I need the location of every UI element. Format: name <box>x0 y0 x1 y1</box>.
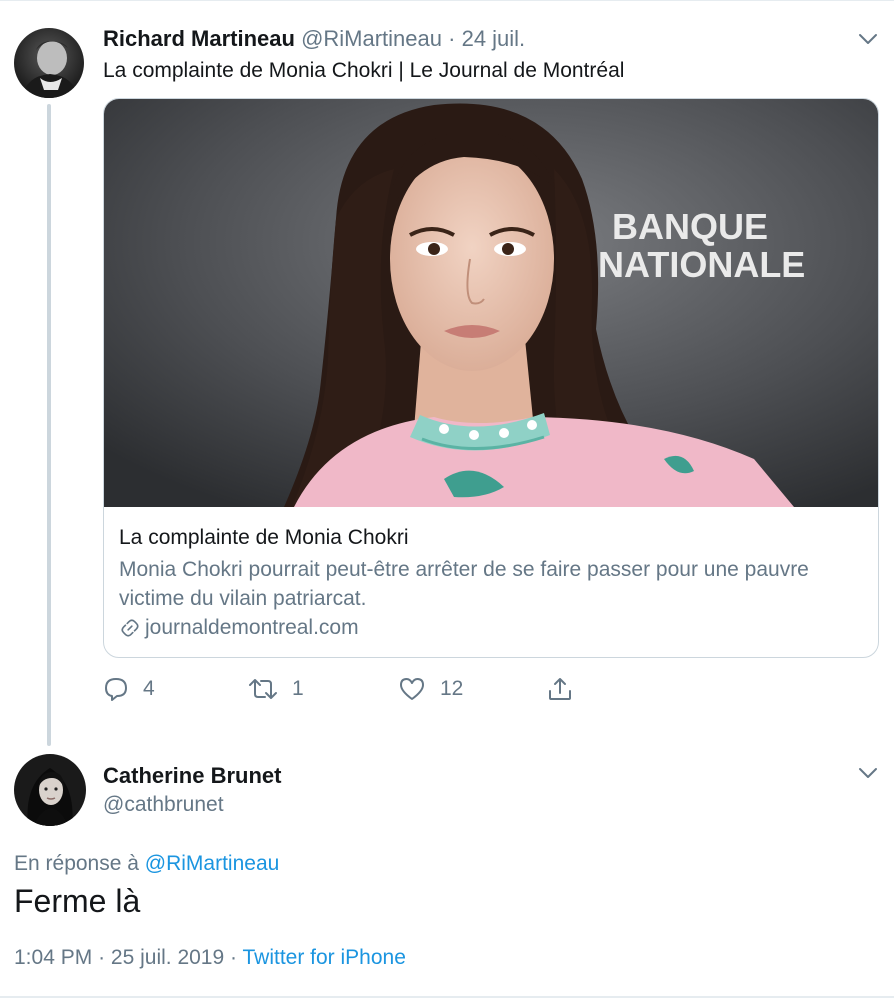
avatar-richard-martineau[interactable] <box>14 28 84 98</box>
author-handle[interactable]: @RiMartineau <box>301 26 442 51</box>
replying-to-handle-link[interactable]: @RiMartineau <box>145 852 280 875</box>
share-icon <box>546 675 574 703</box>
avatar-catherine-brunet[interactable] <box>14 754 86 826</box>
tweet-metadata: 1:04 PM · 25 juil. 2019 · Twitter for iP… <box>14 944 406 972</box>
reply-author-handle[interactable]: @cathbrunet <box>103 791 224 819</box>
card-domain: journaldemontreal.com <box>119 614 359 642</box>
tweet-header: Richard Martineau @RiMartineau · 24 juil… <box>103 25 525 53</box>
card-domain-text: journaldemontreal.com <box>145 616 359 639</box>
reply-tweet-text: Ferme là <box>14 883 141 919</box>
separator-dot: · <box>448 26 456 51</box>
like-button[interactable]: 12 <box>398 674 463 704</box>
reply-count: 4 <box>143 677 155 700</box>
retweet-icon <box>248 676 278 702</box>
tweet-source-link[interactable]: Twitter for iPhone <box>242 946 405 969</box>
tweet-menu-chevron-icon[interactable] <box>858 32 878 46</box>
reply-button[interactable]: 4 <box>103 674 155 704</box>
separator-dot: · <box>98 946 106 969</box>
thread-connector-line <box>47 104 51 746</box>
bottom-divider <box>0 996 894 998</box>
retweet-button[interactable]: 1 <box>248 674 304 704</box>
card-image-text-2: NATIONALE <box>598 244 805 285</box>
tweet-text: La complainte de Monia Chokri | Le Journ… <box>103 59 625 82</box>
tweet-full-date[interactable]: 25 juil. 2019 <box>111 946 224 969</box>
card-image-text-1: BANQUE <box>612 206 768 247</box>
tweet-date[interactable]: 24 juil. <box>462 26 526 51</box>
replying-to-line: En réponse à @RiMartineau <box>14 850 279 878</box>
tweet-time[interactable]: 1:04 PM <box>14 946 92 969</box>
replying-to-prefix: En réponse à <box>14 852 139 875</box>
like-count: 12 <box>440 677 464 700</box>
retweet-count: 1 <box>292 677 304 700</box>
author-name[interactable]: Richard Martineau <box>103 26 295 51</box>
separator-dot: · <box>230 946 238 969</box>
reply-author-name[interactable]: Catherine Brunet <box>103 762 281 790</box>
reply-icon <box>103 676 129 702</box>
share-button[interactable] <box>546 674 574 704</box>
card-title: La complainte de Monia Chokri <box>119 526 409 549</box>
link-preview-card[interactable]: BANQUE NATIONALE La complainte de Monia … <box>103 98 879 658</box>
heart-icon <box>398 676 426 702</box>
card-image: BANQUE NATIONALE <box>104 99 878 507</box>
tweet-menu-chevron-icon[interactable] <box>858 766 878 780</box>
card-description: Monia Chokri pourrait peut-être arrêter … <box>119 558 809 610</box>
link-icon <box>119 617 141 639</box>
top-divider <box>0 0 894 1</box>
